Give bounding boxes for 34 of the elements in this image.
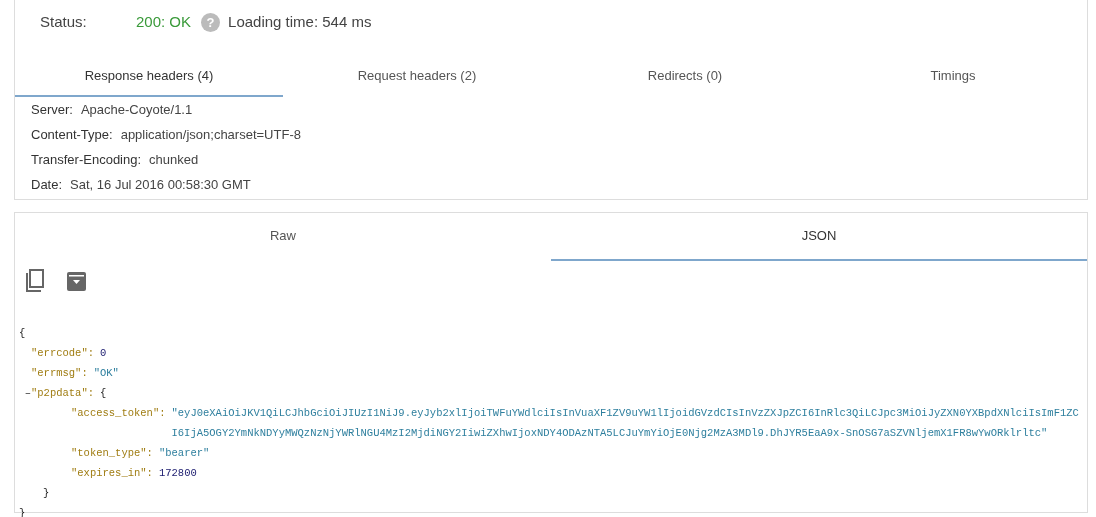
tab[interactable]: Redirects (0) — [551, 57, 819, 97]
json-brace: { — [100, 386, 107, 401]
copy-icon[interactable] — [25, 269, 45, 293]
header-name: Server: — [31, 100, 73, 119]
json-value: 172800 — [158, 466, 197, 481]
tab[interactable]: JSON — [551, 213, 1087, 261]
json-value: "OK" — [93, 366, 119, 381]
header-value: application/json;charset=UTF-8 — [120, 125, 301, 144]
json-value: "eyJ0eXAiOiJKV1QiLCJhbGciOiJIUzI1NiJ9.eyJyb2xlIjoiTWFuYWdlciIsInVuaXF1ZV9uYW1lIjoidGVzdCIsInVzZXJpZCI6InRlc3QiLCJpc3MiOiJyZXN0YXBpdXNlciIsImF1ZCI6IjA5OGY2YmNkNDYyMWQzNzNjYWRlNGU4MzI2MjdiNGY2IiwiZXhwIjoxNDY4ODAzNTA5LCJuYmYiOjE0Njg2MzA3MDl9.DhJYR5EaA9x-SnOSG7aSZVNljemX1FR8wYwORklrltc" — [171, 406, 1080, 441]
header-value: Sat, 16 Jul 2016 00:58:30 GMT — [70, 175, 251, 194]
json-brace: } — [43, 487, 50, 499]
json-brace: { — [19, 327, 26, 339]
json-key: "token_type": — [71, 443, 153, 463]
json-key: "access_token": — [71, 403, 166, 423]
tab[interactable]: Response headers (4) — [15, 57, 283, 97]
header-name: Content-Type: — [31, 125, 113, 144]
header-value: chunked — [149, 150, 199, 169]
loading-time: Loading time: 544 ms — [228, 12, 372, 33]
tab[interactable]: Timings — [819, 57, 1087, 97]
json-key: "p2pdata": — [31, 383, 94, 403]
json-key: "errmsg": — [31, 363, 88, 383]
json-value: "bearer" — [158, 446, 210, 461]
json-value: 0 — [100, 346, 107, 361]
header-name: Transfer-Encoding: — [31, 150, 142, 169]
header-value: Apache-Coyote/1.1 — [80, 100, 193, 119]
status-code: 200: OK — [136, 12, 192, 33]
tab[interactable]: Request headers (2) — [283, 57, 551, 97]
save-icon[interactable] — [67, 271, 86, 291]
collapse-toggle[interactable]: – — [19, 383, 31, 403]
json-key: "errcode": — [31, 343, 94, 363]
header-name: Date: — [31, 175, 63, 194]
status-label: Status: — [40, 12, 88, 33]
tab[interactable]: Raw — [15, 213, 551, 261]
json-key: "expires_in": — [71, 463, 153, 483]
